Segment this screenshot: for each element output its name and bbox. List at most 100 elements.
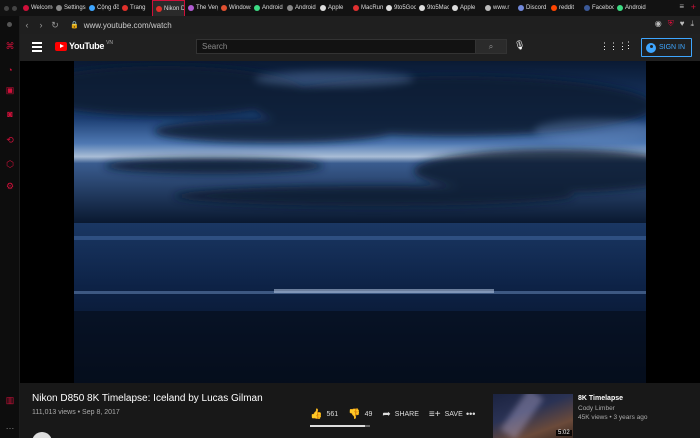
- recommended-meta: 45K views • 3 years ago: [578, 414, 648, 421]
- tab-label: Cộng đồng: [97, 5, 119, 11]
- tab-favicon-icon: [221, 5, 227, 11]
- like-count: 561: [326, 411, 339, 418]
- recommended-channel[interactable]: Cody Limber: [578, 405, 615, 412]
- tab-18[interactable]: Android: [614, 0, 647, 16]
- gamepad-icon[interactable]: ⌘: [4, 40, 16, 52]
- settings-icon[interactable]: ⚙: [4, 180, 16, 192]
- like-ratio-fill: [310, 425, 366, 427]
- tab-label: 9to5Mac: [427, 5, 449, 11]
- search-input[interactable]: Search: [196, 39, 476, 54]
- search-icon: ⌕: [488, 42, 494, 51]
- tab-14[interactable]: www.r: [482, 0, 515, 16]
- tab-label: Trang: [130, 5, 146, 11]
- like-ratio-bar: [310, 425, 370, 427]
- share-icon: ➦: [382, 409, 391, 420]
- lock-icon: 🔒: [70, 22, 79, 29]
- thumbs-up-icon: 👍: [310, 409, 323, 420]
- tab-6[interactable]: Windows: [218, 0, 251, 16]
- new-tab-button[interactable]: +: [691, 2, 696, 12]
- tab-label: Apple: [460, 5, 476, 11]
- reload-button[interactable]: ↻: [48, 20, 62, 31]
- history-icon[interactable]: ⟲: [4, 134, 16, 146]
- more-vert-icon[interactable]: ⋮: [624, 40, 633, 51]
- twitch-icon[interactable]: ◙: [4, 108, 16, 120]
- close-window-button[interactable]: [4, 5, 9, 11]
- battery-icon[interactable]: ▥: [4, 394, 16, 406]
- speed-dial-icon[interactable]: ◔: [4, 64, 16, 76]
- tab-label: The Verge: [196, 5, 218, 11]
- tab-11[interactable]: 9to5Google: [383, 0, 416, 16]
- tab-10[interactable]: MacRumors: [350, 0, 383, 16]
- tab-8[interactable]: Android: [284, 0, 317, 16]
- tab-menu-icon[interactable]: ≡: [679, 2, 684, 11]
- recommended-title[interactable]: 8K Timelapse: [578, 395, 623, 402]
- dislike-count: 49: [364, 411, 373, 418]
- tab-label: Welcome: [31, 5, 53, 11]
- briefcase-icon[interactable]: ▣: [4, 84, 16, 96]
- url-text: www.youtube.com/watch: [83, 20, 172, 30]
- tab-13[interactable]: Apple: [449, 0, 482, 16]
- save-label: SAVE: [444, 411, 463, 418]
- country-code: VN: [106, 40, 114, 46]
- tab-label: www.r: [493, 5, 510, 11]
- more-actions-icon[interactable]: •••: [466, 409, 475, 419]
- video-frame: [74, 61, 646, 383]
- tab-favicon-icon: [89, 5, 95, 11]
- share-label: SHARE: [394, 411, 419, 418]
- tab-16[interactable]: reddit: [548, 0, 581, 16]
- tab-label: Discord: [526, 5, 547, 11]
- tab-favicon-icon: [156, 5, 162, 12]
- back-button[interactable]: ‹: [20, 20, 34, 30]
- tab-4[interactable]: Nikon D: [152, 0, 185, 16]
- tab-5[interactable]: The Verge: [185, 0, 218, 16]
- download-icon[interactable]: ⤓: [690, 19, 694, 29]
- forward-button[interactable]: ›: [34, 20, 48, 30]
- tab-favicon-icon: [518, 5, 524, 11]
- tab-15[interactable]: Discord: [515, 0, 548, 16]
- tab-1[interactable]: Settings: [53, 0, 86, 16]
- more-icon[interactable]: …: [4, 420, 16, 432]
- sign-in-button[interactable]: SIGN IN: [641, 38, 692, 57]
- recommended-duration: 5:02: [556, 430, 572, 436]
- playlist-add-icon: ≡+: [428, 409, 441, 420]
- tab-favicon-icon: [353, 5, 359, 11]
- tab-12[interactable]: 9to5Mac: [416, 0, 449, 16]
- minimize-window-button[interactable]: [12, 5, 17, 11]
- video-actions: 👍 561 👎 49 ➦ SHARE ≡+ SAVE: [310, 409, 473, 420]
- heart-icon[interactable]: ♥: [680, 19, 685, 29]
- tab-9[interactable]: Apple: [317, 0, 350, 16]
- microphone-icon[interactable]: 🎙: [514, 40, 525, 51]
- dislike-button[interactable]: 👎 49: [348, 409, 372, 420]
- like-button[interactable]: 👍 561: [310, 409, 338, 420]
- share-button[interactable]: ➦ SHARE: [382, 409, 419, 420]
- tab-favicon-icon: [551, 5, 557, 11]
- youtube-logo[interactable]: YouTube VN: [55, 40, 114, 51]
- tab-0[interactable]: Welcome: [20, 0, 53, 16]
- tab-favicon-icon: [452, 5, 458, 11]
- apps-grid-icon[interactable]: ⋮⋮⋮: [600, 41, 627, 52]
- tab-label: Apple: [328, 5, 344, 11]
- search-button[interactable]: ⌕: [476, 39, 507, 54]
- url-field[interactable]: 🔒 www.youtube.com/watch: [70, 21, 172, 30]
- tab-17[interactable]: Facebook: [581, 0, 614, 16]
- tab-label: 9to5Google: [394, 5, 416, 11]
- tab-label: Facebook: [592, 5, 614, 11]
- logo-wordmark: YouTube: [69, 41, 105, 51]
- tab-label: MacRumors: [361, 5, 383, 11]
- menu-icon[interactable]: [32, 42, 42, 52]
- tab-2[interactable]: Cộng đồng: [86, 0, 119, 16]
- tab-favicon-icon: [584, 5, 590, 11]
- tab-7[interactable]: Android: [251, 0, 284, 16]
- camera-icon[interactable]: ◉: [655, 19, 662, 29]
- tab-favicon-icon: [254, 5, 260, 11]
- save-button[interactable]: ≡+ SAVE: [429, 409, 463, 420]
- tab-favicon-icon: [485, 5, 491, 11]
- opera-sidebar: ⌘ ◔ ▣ ◙ ⟲ ⬡ ⚙ ▥ …: [0, 16, 20, 438]
- adblock-shield-icon[interactable]: ⛨: [668, 19, 674, 29]
- video-views-date: 111,013 views • Sep 8, 2017: [32, 409, 120, 416]
- address-actions: ◉ ⛨ ♥ ⤓: [655, 19, 694, 29]
- cube-icon[interactable]: ⬡: [4, 158, 16, 170]
- tab-label: Settings: [64, 5, 86, 11]
- tab-3[interactable]: Trang: [119, 0, 152, 16]
- video-player[interactable]: [74, 61, 646, 383]
